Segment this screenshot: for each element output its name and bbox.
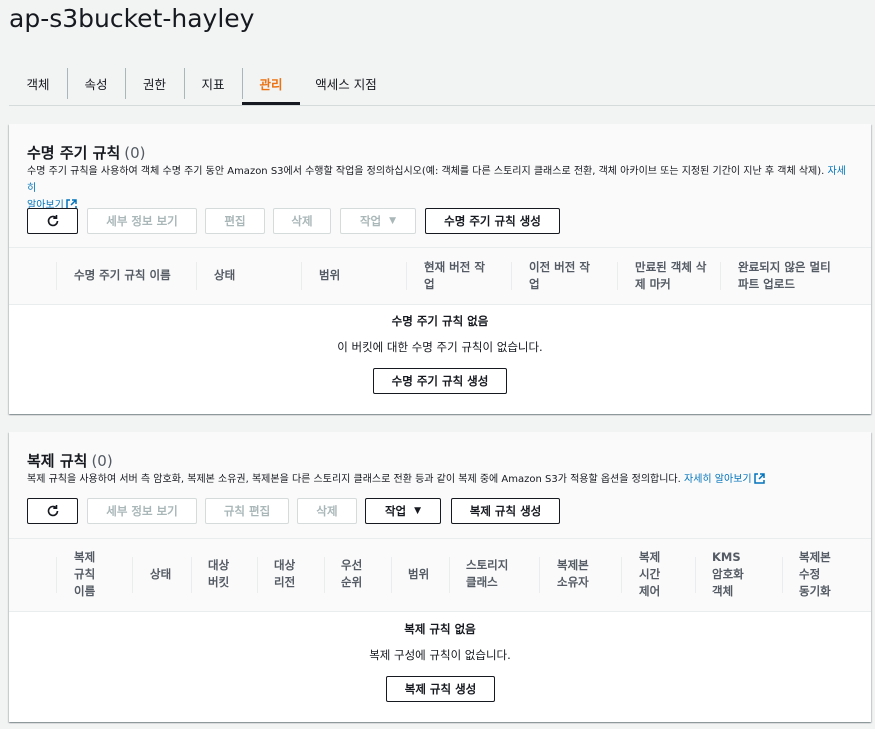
replication-empty-title: 복제 규칙 없음: [404, 622, 476, 636]
col-divider: [196, 262, 197, 290]
col-destination-region[interactable]: 대상 리전: [274, 557, 295, 591]
actions-dropdown[interactable]: 작업 ▼: [365, 498, 441, 524]
tab-metrics[interactable]: 지표: [184, 62, 242, 105]
col-divider: [621, 557, 622, 593]
replication-rules-panel: 복제 규칙 (0) 복제 규칙을 사용하여 서버 측 암호화, 복제본 소유권, …: [9, 432, 871, 722]
lifecycle-title: 수명 주기 규칙 (0): [27, 144, 146, 162]
col-priority[interactable]: 우선 순위: [341, 557, 362, 591]
lifecycle-empty-text: 이 버킷에 대한 수명 주기 규칙이 없습니다.: [337, 340, 543, 354]
col-status[interactable]: 상태: [214, 267, 235, 284]
col-divider: [449, 557, 450, 593]
col-scope[interactable]: 범위: [319, 267, 340, 284]
col-rule-name[interactable]: 수명 주기 규칙 이름: [74, 267, 171, 284]
lifecycle-panel-header: 수명 주기 규칙 (0) 수명 주기 규칙을 사용하여 객체 수명 주기 동안 A…: [9, 124, 871, 248]
create-replication-rule-button[interactable]: 복제 규칙 생성: [451, 498, 560, 524]
col-divider: [56, 262, 57, 290]
delete-button[interactable]: 삭제: [273, 208, 331, 234]
refresh-button[interactable]: [27, 208, 78, 234]
col-divider: [56, 557, 57, 593]
edit-button[interactable]: 편집: [205, 208, 265, 234]
col-status[interactable]: 상태: [150, 566, 171, 583]
col-replica-owner[interactable]: 복제본 소유자: [557, 557, 589, 591]
edit-rule-button[interactable]: 규칙 편집: [205, 498, 289, 524]
tab-management[interactable]: 관리: [242, 62, 300, 105]
col-incomplete-multipart[interactable]: 완료되지 않은 멀티 파트 업로드: [738, 259, 831, 293]
replication-panel-header: 복제 규칙 (0) 복제 규칙을 사용하여 서버 측 암호화, 복제본 소유권, …: [9, 432, 871, 539]
col-destination-bucket[interactable]: 대상 버킷: [208, 557, 229, 591]
col-kms-encrypted-objects[interactable]: KMS 암호화 객체: [712, 549, 744, 600]
view-details-button[interactable]: 세부 정보 보기: [87, 208, 197, 234]
caret-down-icon: ▼: [389, 216, 397, 226]
lifecycle-empty-title: 수명 주기 규칙 없음: [391, 314, 489, 328]
tab-objects[interactable]: 객체: [9, 62, 67, 105]
lifecycle-rules-panel: 수명 주기 규칙 (0) 수명 주기 규칙을 사용하여 객체 수명 주기 동안 A…: [9, 124, 871, 414]
col-previous-version-actions[interactable]: 이전 버전 작 업: [529, 259, 590, 293]
create-lifecycle-rule-button[interactable]: 수명 주기 규칙 생성: [425, 208, 560, 234]
col-divider: [782, 557, 783, 593]
tab-permissions[interactable]: 권한: [125, 62, 184, 105]
col-divider: [257, 557, 258, 593]
actions-dropdown[interactable]: 작업 ▼: [340, 208, 416, 234]
col-divider: [695, 557, 696, 593]
col-divider: [720, 262, 721, 290]
create-lifecycle-rule-empty-button[interactable]: 수명 주기 규칙 생성: [373, 368, 507, 394]
col-divider: [132, 557, 133, 593]
view-details-button[interactable]: 세부 정보 보기: [87, 498, 197, 524]
create-replication-rule-empty-button[interactable]: 복제 규칙 생성: [386, 676, 495, 702]
tab-access-points[interactable]: 액세스 지점: [300, 62, 392, 105]
lifecycle-description: 수명 주기 규칙을 사용하여 객체 수명 주기 동안 Amazon S3에서 수…: [27, 166, 846, 211]
replication-learn-more-link[interactable]: 자세히 알아보기: [684, 473, 765, 485]
external-link-icon: [753, 473, 765, 484]
col-current-version-actions[interactable]: 현재 버전 작 업: [424, 259, 485, 293]
replication-title: 복제 규칙 (0): [27, 452, 113, 470]
replication-description: 복제 규칙을 사용하여 서버 측 암호화, 복제본 소유권, 복제본을 다른 스…: [27, 471, 857, 488]
replication-empty-text: 복제 구성에 규칙이 없습니다.: [369, 648, 511, 662]
refresh-icon: [47, 215, 58, 227]
lifecycle-table-header: 수명 주기 규칙 이름 상태 범위 현재 버전 작 업 이전 버전 작 업 만료…: [9, 247, 871, 305]
col-divider: [539, 557, 540, 593]
page-title: ap-s3bucket-hayley: [9, 4, 255, 33]
col-divider: [191, 557, 192, 593]
tabs-divider: [9, 105, 875, 106]
col-divider: [301, 262, 302, 290]
tab-bar: 객체 속성 권한 지표 관리 액세스 지점: [9, 62, 392, 105]
refresh-button[interactable]: [27, 498, 78, 524]
col-divider: [406, 262, 407, 290]
col-replication-time-control[interactable]: 복제 시간 제어: [639, 549, 660, 600]
replication-table-header: 복제 규칙 이름 상태 대상 버킷 대상 리전 우선 순위 범위 스토리지 클래…: [9, 538, 871, 612]
col-divider: [391, 557, 392, 593]
tab-properties[interactable]: 속성: [67, 62, 125, 105]
col-rule-name[interactable]: 복제 규칙 이름: [74, 549, 95, 600]
caret-down-icon: ▼: [414, 506, 422, 516]
refresh-icon: [47, 505, 58, 517]
col-divider: [511, 262, 512, 290]
col-scope[interactable]: 범위: [408, 566, 429, 583]
col-expired-delete-markers[interactable]: 만료된 객체 삭 제 마커: [635, 259, 707, 293]
col-divider: [324, 557, 325, 593]
col-divider: [617, 262, 618, 290]
col-storage-class[interactable]: 스토리지 클래스: [466, 557, 508, 591]
delete-button[interactable]: 삭제: [297, 498, 357, 524]
col-replica-modification-sync[interactable]: 복제본 수정 동기화: [799, 549, 831, 600]
